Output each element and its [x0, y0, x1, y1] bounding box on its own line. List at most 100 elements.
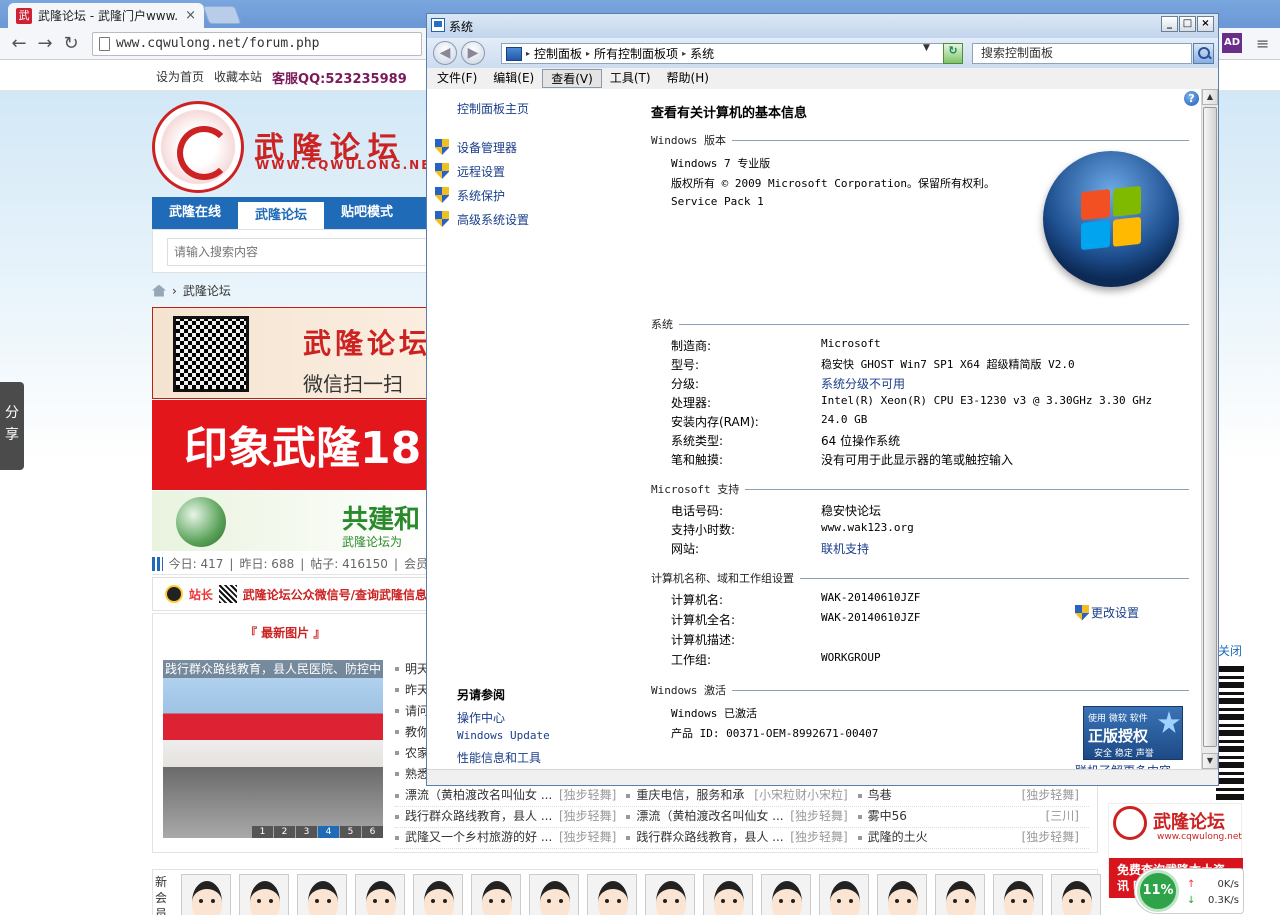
list-item[interactable]: 明天 [395, 660, 429, 681]
avatar[interactable] [587, 874, 637, 915]
thread-cell[interactable]: 漂流（黄柏渡改名叫仙女 ... [独步轻舞] [395, 786, 626, 806]
avatar[interactable] [935, 874, 985, 915]
avatar[interactable] [819, 874, 869, 915]
photo-page-2[interactable]: 2 [274, 826, 295, 838]
address-bar[interactable]: www.cqwulong.net/forum.php [92, 31, 422, 56]
customer-qq-link[interactable]: 客服QQ:523235989 [272, 68, 407, 87]
nav-tab-wulong-online[interactable]: 武隆在线 [152, 197, 238, 229]
address-history-dropdown[interactable]: ▼ [923, 43, 930, 53]
list-item[interactable]: 教你 [395, 723, 429, 744]
avatar[interactable] [413, 874, 463, 915]
menu-help[interactable]: 帮助(H) [659, 69, 717, 88]
impression-banner[interactable]: 印象武隆18 [152, 400, 428, 490]
forum-search-input[interactable] [167, 238, 429, 266]
avatar[interactable] [761, 874, 811, 915]
avatar[interactable] [703, 874, 753, 915]
windows-update-link[interactable]: Windows Update [457, 729, 550, 749]
wechat-banner[interactable]: 武隆论坛 微信扫一扫 [152, 307, 428, 399]
thread-cell[interactable]: 重庆电信，服务和承 [小宋粒财小宋粒] [626, 786, 857, 806]
nav-tab-tieba-mode[interactable]: 贴吧模式 [324, 197, 410, 229]
thread-cell[interactable]: 武隆的土火 [独步轻舞] [857, 828, 1089, 848]
explorer-refresh-button[interactable]: ↻ [943, 43, 963, 64]
set-homepage-link[interactable]: 设为首页 [156, 68, 204, 87]
back-button[interactable]: ← [6, 33, 32, 54]
thread-cell[interactable]: 漂流（黄柏渡改名叫仙女 ... [独步轻舞] [626, 807, 857, 827]
thread-cell[interactable]: 武隆又一个乡村旅游的好 ... [独步轻舞] [395, 828, 626, 848]
system-protection-link[interactable]: 系统保护 [435, 183, 529, 207]
network-monitor-widget[interactable]: 11% 0K/s 0.3K/s [1134, 868, 1244, 914]
breadcrumb-all-items[interactable]: 所有控制面板项 [594, 45, 678, 62]
photo-page-5[interactable]: 5 [340, 826, 361, 838]
adblock-extension-icon[interactable]: AD [1222, 33, 1242, 53]
menu-tools[interactable]: 工具(T) [602, 69, 659, 88]
home-icon[interactable] [152, 284, 166, 297]
scroll-down-button[interactable]: ▼ [1202, 753, 1218, 769]
list-item[interactable]: 昨天 [395, 681, 429, 702]
photo-page-4[interactable]: 4 [318, 826, 339, 838]
remote-settings-link[interactable]: 远程设置 [435, 159, 529, 183]
chrome-menu-icon[interactable]: ≡ [1256, 34, 1269, 53]
forward-button[interactable]: → [32, 33, 58, 54]
avatar[interactable] [993, 874, 1043, 915]
forum-logo-emblem[interactable] [152, 101, 244, 193]
avatar[interactable] [645, 874, 695, 915]
action-center-link[interactable]: 操作中心 [457, 709, 550, 729]
list-item[interactable]: 熟悉 [395, 765, 429, 786]
browser-tab-active[interactable]: 武 武隆论坛 - 武隆门户www. × [8, 3, 204, 28]
avatar[interactable] [181, 874, 231, 915]
new-tab-button[interactable] [202, 6, 242, 24]
photo-page-6[interactable]: 6 [362, 826, 383, 838]
avatar[interactable] [529, 874, 579, 915]
scroll-up-button[interactable]: ▲ [1202, 89, 1218, 105]
help-icon[interactable]: ? [1184, 91, 1199, 106]
explorer-address-bar[interactable]: ▸ 控制面板 ▸ 所有控制面板项 ▸ 系统 [501, 43, 963, 64]
minimize-button[interactable]: _ [1161, 16, 1178, 32]
control-panel-search-input[interactable]: 搜索控制面板 [972, 43, 1192, 64]
right-ad-close-link[interactable]: 关闭 [1218, 642, 1242, 659]
avatar[interactable] [877, 874, 927, 915]
menu-file[interactable]: 文件(F) [429, 69, 485, 88]
avatar[interactable] [239, 874, 289, 915]
menu-view[interactable]: 查看(V) [542, 69, 602, 88]
photo-page-3[interactable]: 3 [296, 826, 317, 838]
thread-cell[interactable]: 雾中56 [三川] [857, 807, 1089, 827]
explorer-forward-button[interactable]: ▶ [461, 41, 485, 65]
change-settings-link[interactable]: 更改设置 [1075, 604, 1139, 621]
advanced-settings-link[interactable]: 高级系统设置 [435, 207, 529, 231]
bookmark-link[interactable]: 收藏本站 [214, 68, 262, 87]
share-button[interactable]: 分享 [0, 382, 24, 470]
system-rating-link[interactable]: 系统分级不可用 [821, 375, 905, 392]
online-support-link[interactable]: 联机支持 [821, 540, 869, 557]
control-panel-home-link[interactable]: 控制面板主页 [457, 100, 529, 117]
avatar[interactable] [355, 874, 405, 915]
avatar[interactable] [1051, 874, 1101, 915]
maximize-button[interactable]: □ [1179, 16, 1196, 32]
photo-page-1[interactable]: 1 [252, 826, 273, 838]
scroll-thumb[interactable] [1203, 107, 1217, 747]
thread-cell[interactable]: 鸟巷 [独步轻舞] [857, 786, 1089, 806]
harmony-banner[interactable]: 共建和 武隆论坛为 [152, 491, 428, 551]
performance-info-link[interactable]: 性能信息和工具 [457, 749, 550, 769]
avatar[interactable] [297, 874, 347, 915]
search-icon[interactable] [1193, 43, 1214, 64]
list-item[interactable]: 请问 [395, 702, 429, 723]
breadcrumb-system[interactable]: 系统 [690, 45, 714, 62]
close-button[interactable]: × [1197, 16, 1214, 32]
featured-photo[interactable]: 践行群众路线教育，县人民医院、防控中 1 2 3 4 5 6 [163, 660, 383, 838]
notice-link[interactable]: 武隆论坛公众微信号/查询武隆信息 [243, 586, 427, 603]
device-manager-link[interactable]: 设备管理器 [435, 135, 529, 159]
list-item[interactable]: 农家 [395, 744, 429, 765]
explorer-back-button[interactable]: ◀ [433, 41, 457, 65]
thread-cell[interactable]: 践行群众路线教育，县人 ... [独步轻舞] [626, 828, 857, 848]
close-tab-icon[interactable]: × [185, 8, 196, 23]
window-titlebar[interactable]: 系统 _ □ × [427, 14, 1218, 38]
nav-tab-wulong-forum[interactable]: 武隆论坛 [238, 200, 324, 229]
reload-button[interactable]: ↻ [58, 33, 84, 54]
breadcrumb-current[interactable]: 武隆论坛 [183, 282, 231, 299]
menu-edit[interactable]: 编辑(E) [485, 69, 542, 88]
thread-cell[interactable]: 践行群众路线教育，县人 ... [独步轻舞] [395, 807, 626, 827]
avatar[interactable] [471, 874, 521, 915]
breadcrumb-control-panel[interactable]: 控制面板 [534, 45, 582, 62]
genuine-microsoft-badge[interactable]: 使用 微软 软件 正版授权 安全 稳定 声誉 [1083, 706, 1183, 760]
vertical-scrollbar[interactable]: ▲ ▼ [1201, 89, 1218, 769]
